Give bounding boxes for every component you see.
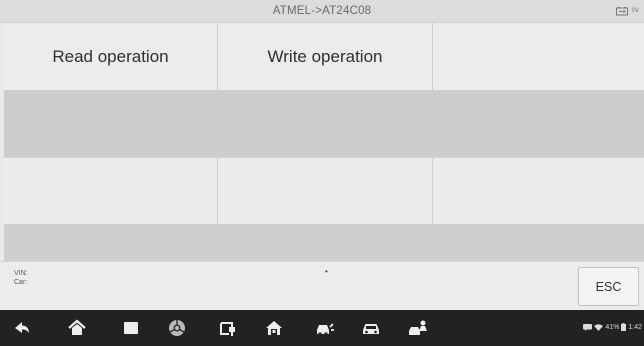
battery-status: 0V: [615, 5, 639, 17]
function-grid: Read operation Write operation: [4, 23, 644, 261]
grid-cell-empty: [218, 224, 433, 261]
grid-cell-empty: [4, 90, 218, 157]
vehicle-service-icon[interactable]: [315, 318, 335, 338]
vci-connect-icon[interactable]: [218, 318, 238, 338]
wifi-icon: [594, 323, 604, 331]
grid-row: [4, 224, 644, 261]
grid-row: [4, 157, 644, 225]
shop-manager-icon[interactable]: [408, 318, 428, 338]
grid-cell-empty: [218, 90, 433, 157]
status-marker: •: [325, 267, 328, 276]
browser-icon[interactable]: [167, 318, 187, 338]
vehicle-info-bar: VIN: Car: • ESC: [0, 261, 644, 310]
read-operation-button[interactable]: Read operation: [4, 23, 218, 90]
grid-row: Read operation Write operation: [4, 23, 644, 91]
android-status: 41% 1:42: [583, 323, 642, 331]
grid-cell-empty: [433, 158, 644, 225]
message-icon: [583, 323, 593, 331]
title-bar: ATMEL->AT24C08 0V: [0, 0, 644, 23]
write-operation-label: Write operation: [267, 46, 383, 66]
battery-percent: 41%: [605, 323, 620, 331]
page-title: ATMEL->AT24C08: [272, 5, 372, 17]
device-battery-icon: [621, 323, 627, 331]
system-navbar: 41% 1:42: [0, 310, 644, 346]
grid-cell-empty: [433, 224, 644, 261]
vin-label: VIN:: [14, 270, 28, 277]
esc-button[interactable]: ESC: [578, 267, 639, 306]
read-operation-label: Read operation: [52, 46, 169, 66]
car-label: Car:: [14, 279, 28, 286]
grid-cell-empty: [218, 158, 433, 225]
battery-icon: [615, 6, 628, 15]
recent-apps-icon[interactable]: [121, 318, 141, 338]
write-operation-button[interactable]: Write operation: [218, 23, 433, 90]
voltage-label: 0V: [631, 8, 639, 14]
grid-row: [4, 90, 644, 157]
home-icon[interactable]: [67, 318, 87, 338]
back-icon[interactable]: [12, 318, 32, 338]
grid-cell-empty: [4, 158, 218, 225]
grid-cell-empty: [433, 90, 644, 157]
vehicle-icon[interactable]: [361, 318, 381, 338]
clock: 1:42: [628, 323, 642, 331]
grid-cell-empty: [4, 224, 218, 261]
grid-cell-empty: [433, 23, 644, 90]
home-diagnostics-icon[interactable]: [264, 318, 284, 338]
